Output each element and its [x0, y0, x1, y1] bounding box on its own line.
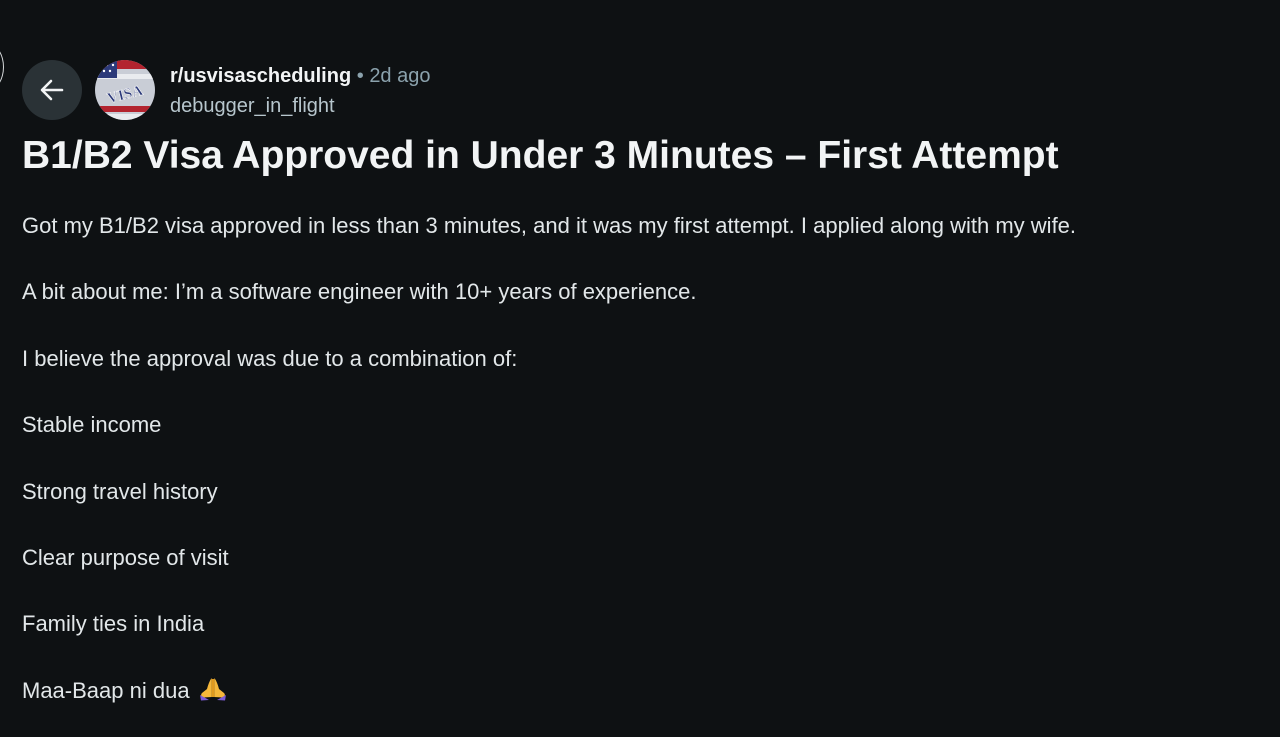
body-list-item-text: Maa-Baap ni dua	[22, 677, 190, 703]
arrow-left-icon	[40, 79, 64, 101]
body-list-item: Clear purpose of visit	[22, 544, 229, 570]
visa-logo: VISA	[95, 60, 155, 120]
post-time: 2d ago	[369, 65, 431, 87]
body-paragraph: A bit about me: I’m a software engineer …	[22, 279, 697, 305]
subreddit-avatar[interactable]: VISA	[95, 60, 155, 120]
subreddit-name[interactable]: r/usvisascheduling	[170, 65, 351, 87]
post-meta: r/usvisascheduling • 2d ago	[170, 63, 430, 89]
body-paragraph: I believe the approval was due to a comb…	[22, 345, 518, 371]
post-body: Got my B1/B2 visa approved in less than …	[22, 206, 1272, 737]
folded-hands-emoji	[198, 674, 228, 714]
partial-control-outline	[0, 44, 4, 90]
body-list-item: Family ties in India	[22, 611, 205, 637]
meta-separator: •	[356, 65, 364, 87]
author-name[interactable]: debugger_in_flight	[170, 93, 335, 119]
back-button[interactable]	[22, 60, 82, 120]
body-list-item: Strong travel history	[22, 478, 218, 504]
body-list-item: Maa-Baap ni dua	[22, 671, 1272, 737]
body-paragraph: Got my B1/B2 visa approved in less than …	[22, 213, 1077, 238]
post-title: B1/B2 Visa Approved in Under 3 Minutes –…	[22, 134, 1059, 177]
body-list-item: Stable income	[22, 412, 162, 438]
